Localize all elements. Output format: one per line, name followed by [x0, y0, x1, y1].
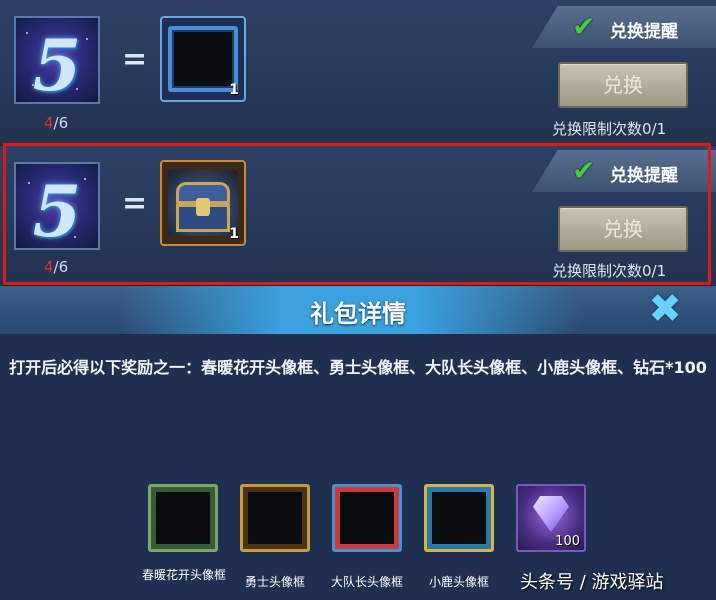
treasure-chest-icon — [168, 170, 238, 236]
s5-token-icon: 5 — [14, 162, 100, 250]
token-count: 4/6 — [44, 258, 68, 276]
reward-item-fawn-frame[interactable] — [424, 484, 494, 552]
required-count: /6 — [53, 258, 69, 276]
item-name: 春暖花开头像框 — [141, 568, 226, 582]
offer-row-2: 5 4/6 = 1 ✔ 兑换提醒 兑换 兑换限制次数0/1 — [0, 146, 716, 286]
offer-row-1: 5 4/6 = 1 ✔ 兑换提醒 兑换 兑换限制次数0/1 — [0, 0, 716, 146]
item-name: 勇士头像框 — [244, 575, 305, 589]
reward-item-warrior-frame[interactable] — [240, 484, 310, 552]
item-name: 大队长头像框 — [330, 575, 403, 589]
owned-count: 4 — [44, 114, 54, 132]
reward-item-captain-frame[interactable] — [332, 484, 402, 552]
dialog-header: 礼包详情 — [0, 286, 716, 334]
token-symbol: 5 — [32, 24, 82, 104]
dialog-title: 礼包详情 — [310, 300, 406, 328]
diamond-quantity: 100 — [555, 534, 580, 549]
token-symbol: 5 — [32, 170, 82, 250]
avatar-frame-reward[interactable]: 1 — [160, 16, 246, 102]
reward-item-spring-frame[interactable] — [148, 484, 218, 552]
reward-item-diamonds[interactable]: 100 — [516, 484, 586, 552]
token-count: 4/6 — [44, 114, 68, 132]
reward-quantity: 1 — [229, 226, 239, 242]
exchange-reminder-toggle[interactable]: ✔ 兑换提醒 — [532, 150, 716, 192]
item-name: 小鹿头像框 — [428, 575, 489, 589]
checkmark-icon: ✔ — [572, 10, 596, 43]
exchange-limit: 兑换限制次数0/1 — [552, 120, 667, 138]
reminder-label: 兑换提醒 — [610, 22, 678, 42]
exchange-button[interactable]: 兑换 — [558, 62, 688, 108]
diamond-icon — [533, 496, 569, 532]
reward-quantity: 1 — [229, 82, 239, 98]
watermark: 头条号 / 游戏驿站 — [520, 572, 664, 593]
frame-icon — [168, 26, 238, 92]
equals-sign: = — [122, 42, 148, 77]
exchange-button[interactable]: 兑换 — [558, 206, 688, 252]
gift-description: 打开后必得以下奖励之一：春暖花开头像框、勇士头像框、大队长头像框、小鹿头像框、钻… — [9, 358, 707, 377]
owned-count: 4 — [44, 258, 54, 276]
equals-sign: = — [122, 186, 148, 221]
close-icon[interactable]: ✖ — [642, 288, 688, 330]
exchange-reminder-toggle[interactable]: ✔ 兑换提醒 — [532, 6, 716, 48]
reminder-label: 兑换提醒 — [610, 166, 678, 186]
exchange-limit: 兑换限制次数0/1 — [552, 262, 667, 280]
checkmark-icon: ✔ — [572, 154, 596, 187]
s5-token-icon: 5 — [14, 16, 100, 104]
required-count: /6 — [53, 114, 69, 132]
treasure-chest-reward[interactable]: 1 — [160, 160, 246, 246]
